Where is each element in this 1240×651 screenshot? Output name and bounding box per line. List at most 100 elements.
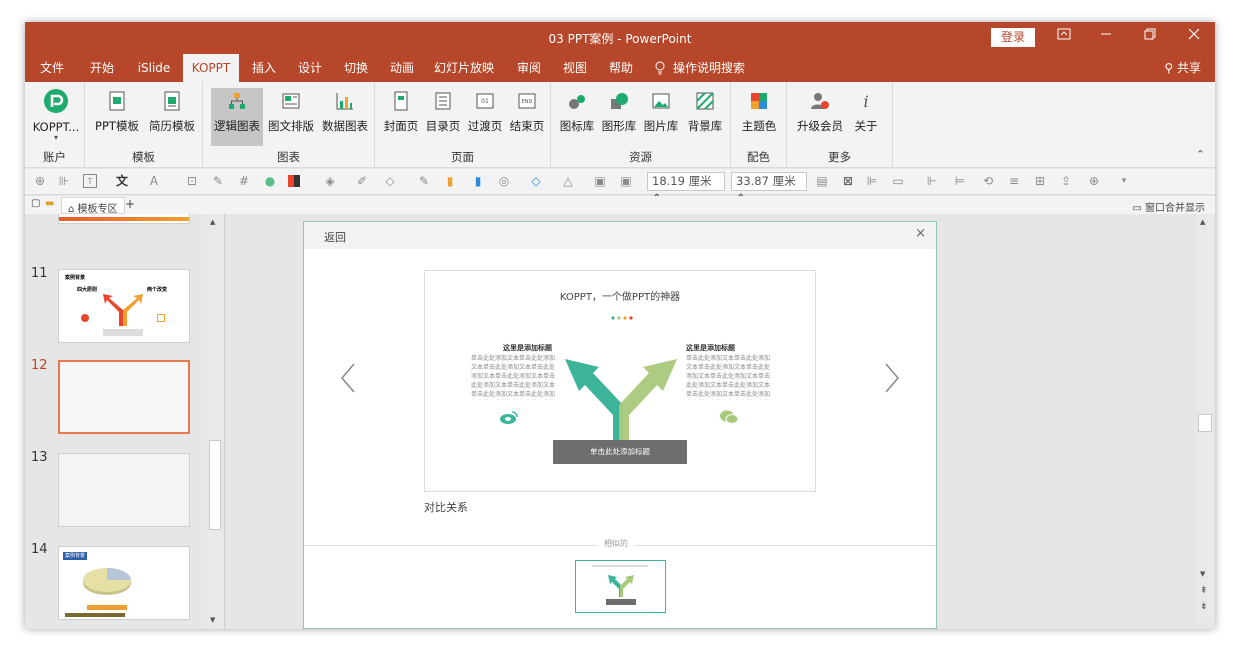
tell-me-search[interactable]: 操作说明搜索: [671, 54, 747, 82]
end-page-button[interactable]: END 结束页: [507, 88, 547, 146]
tab-view[interactable]: 视图: [556, 54, 594, 82]
ungroup-objects-icon[interactable]: ▣: [619, 174, 633, 188]
icon-library-button[interactable]: 图标库: [557, 88, 597, 146]
ribbon-display-options-icon[interactable]: [1049, 27, 1079, 47]
slide-size-icon[interactable]: ▤: [815, 174, 829, 188]
grid-icon[interactable]: #: [237, 174, 251, 188]
share-button[interactable]: ⚲ 共享: [1164, 54, 1201, 82]
shape-library-button[interactable]: 图形库: [599, 88, 639, 146]
export-icon[interactable]: ⇪: [1059, 174, 1073, 188]
toolbar-overflow-icon[interactable]: ▾: [1117, 174, 1131, 188]
koppt-account-button[interactable]: KOPPT... ▾: [31, 88, 81, 146]
slide-thumbnail-14[interactable]: 案例背景: [58, 546, 190, 620]
about-button[interactable]: i 关于: [849, 88, 883, 146]
merge-window-toggle[interactable]: ▭ 窗口合并显示: [1132, 199, 1205, 214]
tab-animations[interactable]: 动画: [383, 54, 421, 82]
tab-file[interactable]: 文件: [33, 54, 71, 82]
paint-bucket-icon[interactable]: ◈: [323, 174, 337, 188]
collapse-ribbon-icon[interactable]: ⌃: [1196, 148, 1205, 161]
matrix-icon[interactable]: ⊞: [1033, 174, 1047, 188]
shape-outline-icon[interactable]: ◎: [497, 174, 511, 188]
lock-icon[interactable]: ⊕: [33, 174, 47, 188]
align-left-icon[interactable]: ⊫: [865, 174, 879, 188]
fill-color-icon[interactable]: [287, 174, 301, 188]
shape-height-field[interactable]: 18.19 厘米 ⇕: [647, 172, 725, 205]
tab-design[interactable]: 设计: [291, 54, 329, 82]
text-layout-button[interactable]: 图文排版: [265, 88, 317, 146]
minimize-icon[interactable]: [1091, 27, 1121, 47]
highlight-icon[interactable]: ▮: [443, 174, 457, 188]
align-icon[interactable]: ⊪: [57, 174, 71, 188]
pen-icon[interactable]: ✐: [355, 174, 369, 188]
back-button[interactable]: 返回: [324, 229, 346, 245]
thumbnail-scrollbar-thumb[interactable]: [209, 440, 221, 530]
upgrade-member-button[interactable]: 升级会员: [793, 88, 847, 146]
distribute-icon[interactable]: ⊩: [925, 174, 939, 188]
similar-template-thumb[interactable]: [575, 560, 666, 613]
line-pen-icon[interactable]: ✎: [417, 174, 431, 188]
ppt-template-button[interactable]: PPT模板: [91, 88, 143, 146]
template-zone-tab[interactable]: ⌂ 模板专区: [61, 197, 125, 215]
tab-slideshow[interactable]: 幻灯片放映: [430, 54, 498, 82]
tab-transitions[interactable]: 切换: [337, 54, 375, 82]
chart-bar-icon[interactable]: ▮: [471, 174, 485, 188]
arrange-icon[interactable]: △: [561, 174, 575, 188]
more-tools-icon[interactable]: ⊕: [1087, 174, 1101, 188]
slide-thumbnail-10[interactable]: [58, 214, 190, 224]
tab-help[interactable]: 帮助: [602, 54, 640, 82]
align-right-icon[interactable]: ⊨: [953, 174, 967, 188]
picture-icon[interactable]: ⊡: [185, 174, 199, 188]
previous-template-button[interactable]: [340, 362, 356, 398]
editor-scrollbar-thumb[interactable]: [1198, 414, 1212, 432]
next-slide-icon[interactable]: ⇟: [1200, 602, 1208, 612]
pattern-icon: [696, 92, 714, 110]
theme-color-button[interactable]: 主题色: [737, 88, 781, 146]
image-library-button[interactable]: 图片库: [641, 88, 681, 146]
tab-islide[interactable]: iSlide: [129, 54, 179, 82]
folder-icon[interactable]: ▬: [45, 198, 54, 209]
shape-width-field[interactable]: 33.87 厘米 ⇕: [731, 172, 807, 205]
resume-template-button[interactable]: 简历模板: [145, 88, 199, 146]
background-library-button[interactable]: 背景库: [683, 88, 727, 146]
editor-scrollbar[interactable]: ▲ ▼ ⇞ ⇟: [1197, 214, 1213, 622]
tab-home[interactable]: 开始: [83, 54, 121, 82]
thumbnail-scrollbar[interactable]: ▲ ▼: [207, 214, 223, 629]
font-color-icon[interactable]: A: [147, 174, 161, 188]
logic-chart-button[interactable]: 逻辑图表: [211, 88, 263, 146]
circle-shape-icon[interactable]: ●: [263, 174, 277, 188]
frame-icon[interactable]: ▭: [891, 174, 905, 188]
tab-koppt[interactable]: KOPPT: [183, 54, 239, 82]
shape-effects-icon[interactable]: ◇: [529, 174, 543, 188]
tab-insert[interactable]: 插入: [245, 54, 283, 82]
eyedropper-icon[interactable]: ✎: [211, 174, 225, 188]
next-template-button[interactable]: [884, 362, 900, 398]
transition-page-button[interactable]: 01 过渡页: [465, 88, 505, 146]
document-icon[interactable]: ▢: [31, 198, 40, 209]
thumb-split-arrow-graphic: [103, 294, 143, 326]
previous-slide-icon[interactable]: ⇞: [1200, 586, 1208, 596]
close-dialog-button[interactable]: ×: [915, 226, 926, 241]
rotate-icon[interactable]: ⟲: [981, 174, 995, 188]
scroll-down-icon[interactable]: ▼: [210, 616, 215, 624]
slide-thumbnail-13[interactable]: [58, 453, 190, 527]
crop-icon[interactable]: ⊠: [841, 174, 855, 188]
new-tab-icon[interactable]: +: [125, 197, 135, 211]
restore-icon[interactable]: [1135, 27, 1165, 47]
textbox-icon[interactable]: T: [83, 174, 97, 188]
scroll-up-icon[interactable]: ▲: [1200, 218, 1205, 226]
close-window-icon[interactable]: [1179, 27, 1209, 47]
tab-review[interactable]: 审阅: [510, 54, 548, 82]
text-style-icon[interactable]: 文: [115, 174, 129, 188]
toc-page-button[interactable]: 目录页: [423, 88, 463, 146]
scroll-up-icon[interactable]: ▲: [210, 218, 215, 226]
scroll-down-icon[interactable]: ▼: [1200, 570, 1205, 578]
template-preview-slide[interactable]: KOPPT，一个做PPT的神器 这里是添加标题 单击此处添加文本单击此处添加文本…: [424, 270, 816, 492]
slide-thumbnail-11[interactable]: 案例背景 四大原则 两个改变: [58, 269, 190, 343]
cover-page-button[interactable]: 封面页: [381, 88, 421, 146]
edit-shape-icon[interactable]: ◇: [383, 174, 397, 188]
data-chart-button[interactable]: 数据图表: [319, 88, 371, 146]
login-button[interactable]: 登录: [991, 28, 1035, 47]
slide-thumbnail-12-selected[interactable]: [58, 360, 190, 434]
layers-icon[interactable]: ≡: [1007, 174, 1021, 188]
group-objects-icon[interactable]: ▣: [593, 174, 607, 188]
